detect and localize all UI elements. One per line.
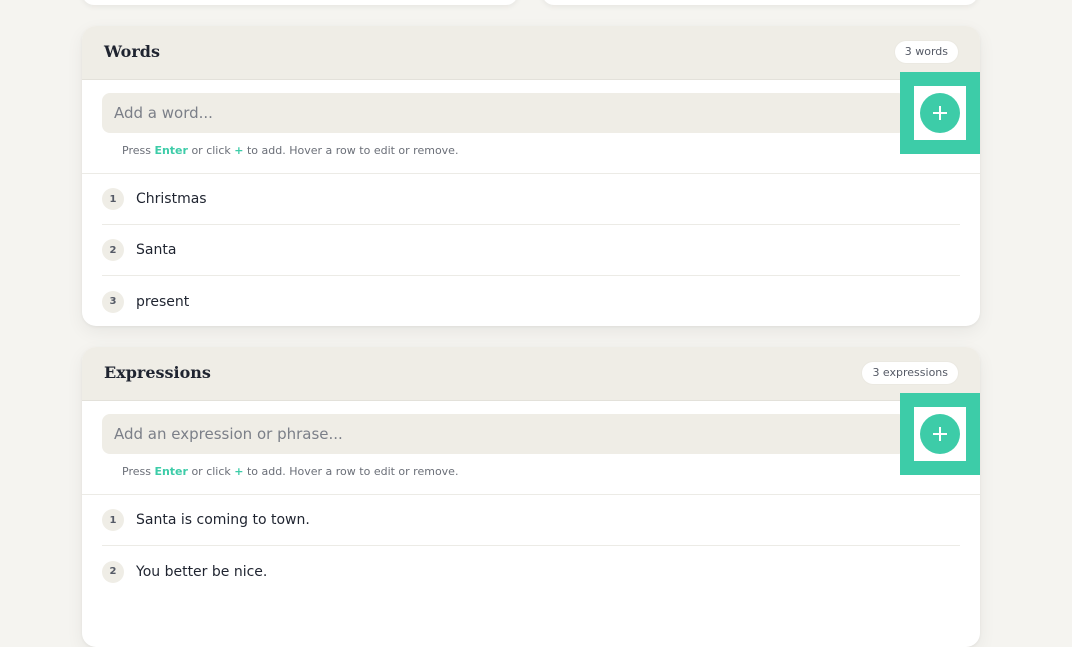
expressions-panel: Expressions 3 expressions Press Enter or… [82,347,980,647]
expressions-count-badge: 3 expressions [862,362,958,384]
list-item[interactable]: 3 present [102,276,960,327]
words-panel: Words 3 words Press Enter or click + to … [82,26,980,326]
add-word-frame [914,86,966,140]
add-expression-highlight [900,393,980,475]
item-number: 2 [102,560,124,583]
expressions-title: Expressions [104,363,211,382]
item-text: present [136,293,190,310]
add-word-highlight [900,72,980,154]
item-number: 3 [102,290,124,313]
plus-icon [933,427,947,441]
hint-or-click: or click [187,144,235,157]
add-expression-button[interactable] [920,414,960,454]
expressions-input-area: Press Enter or click + to add. Hover a r… [82,393,980,495]
item-text: You better be nice. [136,563,268,580]
hint-press: Press [122,144,155,157]
hint-press: Press [122,465,155,478]
list-item[interactable]: 2 Santa [102,225,960,276]
words-count-badge: 3 words [894,41,958,63]
item-text: Christmas [136,191,207,207]
words-input-area: Press Enter or click + to add. Hover a r… [82,72,980,174]
add-expression-frame [914,407,966,461]
list-item[interactable]: 1 Christmas [102,174,960,225]
hint-plus: + [234,144,244,157]
add-word-button[interactable] [920,93,960,133]
hint-enter-key: Enter [154,465,188,478]
hint-enter-key: Enter [154,144,188,157]
words-list: 1 Christmas 2 Santa 3 present [82,174,980,327]
words-panel-header: Words 3 words [82,26,980,80]
hint-rest: to add. Hover a row to edit or remove. [243,144,459,157]
word-input[interactable] [102,93,906,133]
item-text: Santa is coming to town. [136,512,310,528]
hint-plus: + [234,465,244,478]
list-item[interactable]: 2 You better be nice. [102,546,960,597]
item-number: 1 [102,509,124,531]
expressions-hint: Press Enter or click + to add. Hover a r… [122,465,960,478]
expressions-list: 1 Santa is coming to town. 2 You better … [82,495,980,597]
words-hint: Press Enter or click + to add. Hover a r… [122,144,960,157]
plus-icon [933,106,947,120]
hint-or-click: or click [187,465,235,478]
previous-card-right [542,0,978,5]
words-title: Words [104,42,160,61]
item-text: Santa [136,242,177,258]
list-item[interactable]: 1 Santa is coming to town. [102,495,960,546]
expression-input[interactable] [102,414,906,454]
previous-card-left [82,0,518,5]
item-number: 2 [102,239,124,261]
item-number: 1 [102,188,124,210]
expressions-panel-header: Expressions 3 expressions [82,347,980,401]
hint-rest: to add. Hover a row to edit or remove. [243,465,459,478]
previous-cards [82,0,978,5]
